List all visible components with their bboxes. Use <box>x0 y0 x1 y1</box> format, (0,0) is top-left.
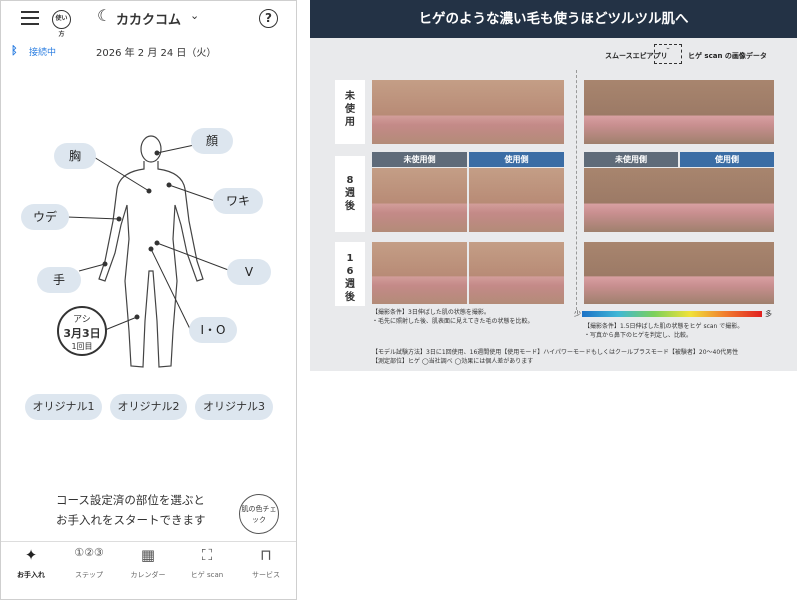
current-date: 2026 年 2 月 24 日（火） <box>96 48 217 59</box>
stage-16-weeks: 16週後 <box>335 242 365 306</box>
promo-panel: ヒゲのような濃い毛も使うほどツルツル肌へ スムースエピアプリ ˘ ヒゲ scan… <box>310 0 797 371</box>
photo-16w-used <box>469 242 564 304</box>
scan-unused <box>584 80 774 144</box>
model-note-1: 【モデル試験方法】3日に1回使用、16週間使用【使用モード】ハイパワーモードもし… <box>372 349 739 356</box>
promo-banner: ヒゲのような濃い毛も使うほどツルツル肌へ <box>310 0 797 38</box>
tab-services[interactable]: ⊓ サービス <box>238 546 294 580</box>
photo-cond-2: ・毛先に照射した後、肌表面に見えてきた毛の状態を比較。 <box>372 318 534 325</box>
guide-line-1: コース設定済の部位を選ぶと <box>56 493 205 507</box>
calendar-icon: ▦ <box>140 546 156 564</box>
scan-frame-icon: ˘ <box>654 44 682 64</box>
body-part-leg-selected[interactable]: アシ 3月3日 1回目 <box>57 306 107 356</box>
moon-icon: ☾ <box>97 6 112 25</box>
usage-guide-button[interactable]: 使い方 <box>52 10 71 38</box>
body-head <box>140 135 162 163</box>
app-name-selector[interactable]: カカクコム <box>116 9 181 28</box>
menu-icon[interactable] <box>21 11 39 25</box>
body-part-chest[interactable]: 胸 <box>54 143 96 169</box>
photo-8w-unused <box>372 168 467 232</box>
scan-header-unused-side: 未使用側 <box>584 152 678 167</box>
scale-low-label: 少 <box>574 310 581 318</box>
photo-cond-1: 【撮影条件】3日伸ばした肌の状態を撮影。 <box>372 309 490 316</box>
original-2-button[interactable]: オリジナル2 <box>110 394 187 420</box>
skin-check-button[interactable]: 肌の色チェック <box>239 494 279 534</box>
tab-services-label: サービス <box>252 571 280 579</box>
app-screen: 使い方 ☾ カカクコム ⌄ ? ᛒ 接続中 2026 年 2 月 24 日（火）… <box>0 0 297 600</box>
density-color-scale <box>582 311 762 317</box>
photo-8w-used <box>469 168 564 232</box>
bluetooth-icon: ᛒ <box>11 44 18 57</box>
tab-calendar-label: カレンダー <box>130 571 166 579</box>
scale-high-label: 多 <box>765 310 772 318</box>
original-1-button[interactable]: オリジナル1 <box>25 394 102 420</box>
tab-calendar[interactable]: ▦ カレンダー <box>120 546 176 580</box>
help-button[interactable]: ? <box>259 9 278 28</box>
scan-cond-2: ・写真から鼻下のヒゲを判定し、比較。 <box>584 332 693 339</box>
header-unused-side: 未使用側 <box>372 152 467 167</box>
body-part-v[interactable]: V <box>227 259 271 285</box>
stage-unused-text: 未使用 <box>345 91 355 128</box>
stage-8-weeks: 8週後 <box>335 156 365 232</box>
photo-unused <box>372 80 564 144</box>
tab-care-label: お手入れ <box>17 571 45 579</box>
leg-date: 3月3日 <box>63 327 101 340</box>
guide-line-2: お手入れをスタートできます <box>56 513 206 527</box>
tab-scan[interactable]: ⛶ ヒゲ scan <box>179 546 235 580</box>
body-part-io[interactable]: I・O <box>189 317 237 343</box>
model-note-2: 【測定部位】ヒゲ ◯当社調べ ◯効果には個人差があります <box>372 358 534 365</box>
stage-16-text: 16週後 <box>345 253 355 303</box>
tab-bar: ✦ お手入れ ①②③ ステップ ▦ カレンダー ⛶ ヒゲ scan ⊓ サービス <box>1 541 296 600</box>
body-part-face[interactable]: 顔 <box>191 128 233 154</box>
model-test-notes: 【モデル試験方法】3日に1回使用、16週間使用【使用モード】ハイパワーモードもし… <box>372 348 792 366</box>
photo-conditions: 【撮影条件】3日伸ばした肌の状態を撮影。 ・毛先に照射した後、肌表面に見えてきた… <box>372 308 534 326</box>
stage-8-text: 8週後 <box>345 175 355 212</box>
connection-status: 接続中 <box>29 48 57 58</box>
scan-icon: ⛶ <box>201 546 213 564</box>
photo-16w-unused <box>372 242 467 304</box>
leg-count: 1回目 <box>71 342 93 351</box>
chevron-down-icon[interactable]: ⌄ <box>190 9 199 22</box>
tab-steps[interactable]: ①②③ ステップ <box>61 546 117 580</box>
body-part-arm[interactable]: ウデ <box>21 204 69 230</box>
scan-conditions: 【撮影条件】1.5日伸ばした肌の状態をヒゲ scan で撮影。 ・写真から鼻下の… <box>584 322 743 340</box>
section-divider <box>576 70 577 310</box>
leg-label: アシ <box>73 315 91 325</box>
original-3-button[interactable]: オリジナル3 <box>195 394 273 420</box>
scan-8w <box>584 168 774 232</box>
steps-icon: ①②③ <box>74 546 104 559</box>
tab-scan-label: ヒゲ scan <box>190 571 224 579</box>
scan-16w <box>584 242 774 304</box>
body-part-hand[interactable]: 手 <box>37 267 81 293</box>
sparkle-icon: ✦ <box>24 546 38 564</box>
app-header: 使い方 ☾ カカクコム ⌄ ? <box>1 1 296 38</box>
body-diagram <box>66 135 232 368</box>
scan-data-label: ヒゲ scan の画像データ <box>688 52 767 60</box>
header-used-side: 使用側 <box>469 152 564 167</box>
tab-steps-label: ステップ <box>75 571 103 579</box>
gift-icon: ⊓ <box>260 546 272 564</box>
guide-text: コース設定済の部位を選ぶと お手入れをスタートできます <box>56 490 206 530</box>
stage-unused: 未使用 <box>335 80 365 144</box>
tab-care[interactable]: ✦ お手入れ <box>3 546 59 580</box>
scan-header-used-side: 使用側 <box>680 152 774 167</box>
body-part-armpit[interactable]: ワキ <box>213 188 263 214</box>
scan-cond-1: 【撮影条件】1.5日伸ばした肌の状態をヒゲ scan で撮影。 <box>584 323 744 330</box>
